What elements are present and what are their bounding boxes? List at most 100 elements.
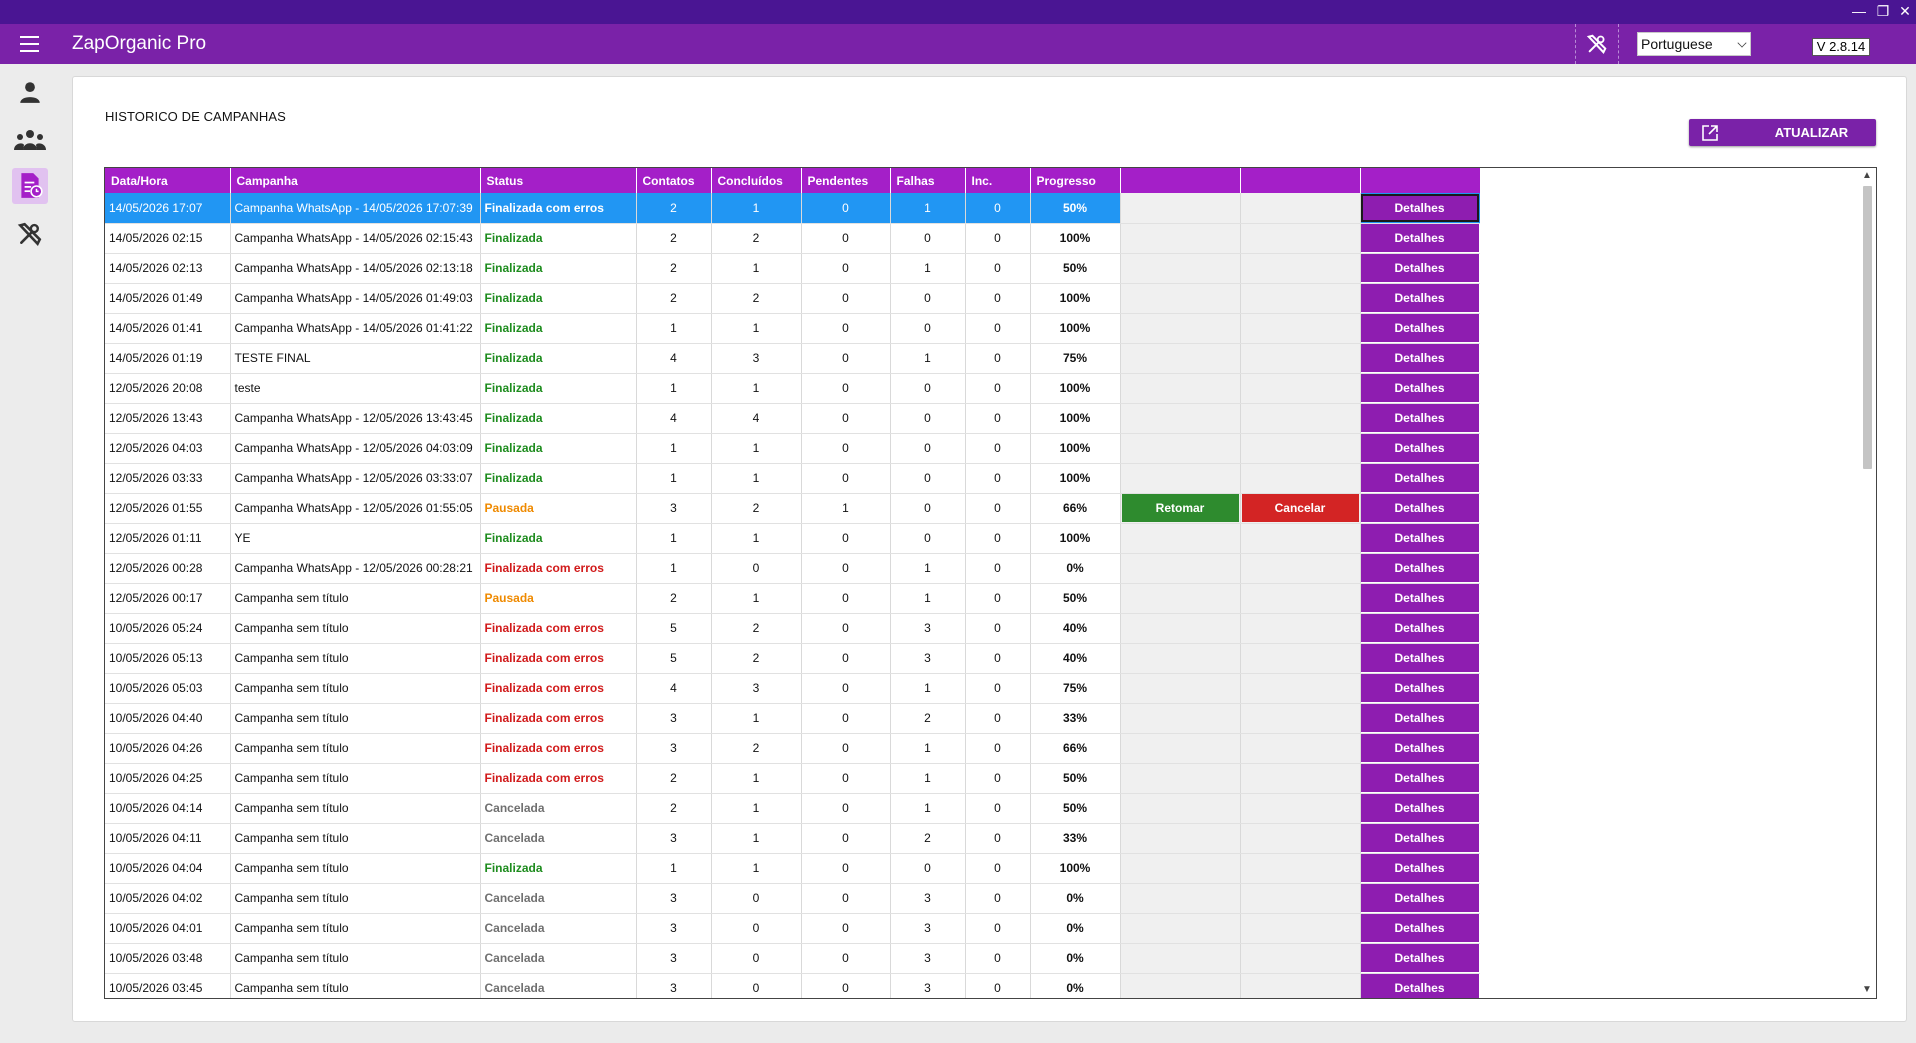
details-button[interactable]: Detalhes [1360,193,1479,222]
details-button[interactable]: Detalhes [1360,224,1479,252]
refresh-button[interactable]: ATUALIZAR [1689,119,1876,146]
column-header[interactable]: Inc. [965,168,1031,193]
table-row[interactable]: 14/05/2026 01:19 TESTE FINAL Finalizada 4 3 0… [105,343,1480,374]
user-icon[interactable] [12,74,48,110]
table-row[interactable]: 10/05/2026 04:02 Campanha sem título Cance… [105,883,1480,914]
column-header[interactable]: Data/Hora [105,168,231,193]
details-button[interactable]: Detalhes [1360,494,1479,522]
users-group-icon[interactable] [12,122,48,158]
minimize-button[interactable]: — [1850,3,1868,19]
details-button[interactable]: Detalhes [1360,554,1479,582]
cell-completed: 3 [711,673,802,704]
details-button[interactable]: Detalhes [1360,584,1479,612]
cell-progress: 66% [1030,493,1121,524]
settings-tools-icon[interactable] [12,216,48,252]
table-row[interactable]: 10/05/2026 04:11 Campanha sem título Cance… [105,823,1480,854]
details-button[interactable]: Detalhes [1360,794,1479,822]
scroll-up-icon[interactable]: ▲ [1862,171,1872,181]
cell-status: Finalizada [480,313,637,344]
scroll-down-icon[interactable]: ▼ [1862,985,1872,995]
column-header[interactable]: Campanha [230,168,481,193]
details-button[interactable]: Detalhes [1360,674,1479,702]
table-row[interactable]: 10/05/2026 05:03 Campanha sem título Final… [105,673,1480,704]
table-row[interactable]: 12/05/2026 00:17 Campanha sem título Pausa… [105,583,1480,614]
table-row[interactable]: 14/05/2026 02:13 Campanha WhatsApp - 14/0… [105,253,1480,284]
table-row[interactable]: 10/05/2026 03:45 Campanha sem título Cance… [105,973,1480,998]
cell-inc: 0 [965,403,1031,434]
details-button[interactable]: Detalhes [1360,974,1479,998]
resume-button[interactable]: Retomar [1121,494,1239,522]
vertical-scrollbar[interactable]: ▲ ▼ [1858,168,1876,998]
table-row[interactable]: 10/05/2026 04:26 Campanha sem título Final… [105,733,1480,764]
details-button[interactable]: Detalhes [1360,764,1479,792]
table-row[interactable]: 12/05/2026 04:03 Campanha WhatsApp - 12/0… [105,433,1480,464]
table-row[interactable]: 12/05/2026 01:11 YE Finalizada 1 1 0 0 0 100% Det… [105,523,1480,554]
tools-icon[interactable] [1575,24,1619,64]
table-row[interactable]: 10/05/2026 04:25 Campanha sem título Final… [105,763,1480,794]
cell-contacts: 3 [636,913,712,944]
column-header[interactable]: Pendentes [801,168,891,193]
table-row[interactable]: 12/05/2026 00:28 Campanha WhatsApp - 12/0… [105,553,1480,584]
table-row[interactable]: 10/05/2026 05:24 Campanha sem título Final… [105,613,1480,644]
details-button[interactable]: Detalhes [1360,464,1479,492]
cell-action-cancel [1240,823,1361,854]
details-button[interactable]: Detalhes [1360,704,1479,732]
cell-pending: 0 [801,853,891,884]
details-button[interactable]: Detalhes [1360,254,1479,282]
cell-contacts: 3 [636,733,712,764]
details-button[interactable]: Detalhes [1360,374,1479,402]
cell-campaign: Campanha sem título [230,793,481,824]
cell-completed: 4 [711,403,802,434]
cell-contacts: 2 [636,763,712,794]
table-row[interactable]: 10/05/2026 04:14 Campanha sem título Cance… [105,793,1480,824]
table-row[interactable]: 12/05/2026 01:55 Campanha WhatsApp - 12/0… [105,493,1480,524]
table-row[interactable]: 14/05/2026 01:41 Campanha WhatsApp - 14/0… [105,313,1480,344]
details-button[interactable]: Detalhes [1360,944,1479,972]
table-row[interactable]: 10/05/2026 05:13 Campanha sem título Final… [105,643,1480,674]
table-row[interactable]: 10/05/2026 03:48 Campanha sem título Cance… [105,943,1480,974]
column-header[interactable] [1240,168,1361,193]
details-button[interactable]: Detalhes [1360,884,1479,912]
details-button[interactable]: Detalhes [1360,854,1479,882]
cell-action-cancel [1240,973,1361,998]
table-row[interactable]: 10/05/2026 04:04 Campanha sem título Final… [105,853,1480,884]
language-select[interactable]: Portuguese [1637,32,1751,56]
cancel-button[interactable]: Cancelar [1241,494,1359,522]
cell-datetime: 10/05/2026 04:02 [105,883,231,914]
details-button[interactable]: Detalhes [1360,344,1479,372]
column-header[interactable]: Status [480,168,637,193]
column-header[interactable] [1120,168,1241,193]
cell-inc: 0 [965,223,1031,254]
table-row[interactable]: 10/05/2026 04:01 Campanha sem título Cance… [105,913,1480,944]
close-button[interactable]: ✕ [1896,3,1914,19]
details-button[interactable]: Detalhes [1360,434,1479,462]
details-button[interactable]: Detalhes [1360,314,1479,342]
column-header[interactable] [1360,168,1481,193]
hamburger-menu-icon[interactable] [16,32,44,56]
cell-failed: 0 [890,463,966,494]
details-button[interactable]: Detalhes [1360,404,1479,432]
table-row[interactable]: 14/05/2026 02:15 Campanha WhatsApp - 14/0… [105,223,1480,254]
table-row[interactable]: 14/05/2026 17:07 Campanha WhatsApp - 14/0… [105,193,1480,224]
details-button[interactable]: Detalhes [1360,284,1479,312]
table-row[interactable]: 12/05/2026 20:08 teste Finalizada 1 1 0 0 0 100%… [105,373,1480,404]
column-header[interactable]: Contatos [636,168,712,193]
details-button[interactable]: Detalhes [1360,614,1479,642]
table-row[interactable]: 12/05/2026 03:33 Campanha WhatsApp - 12/0… [105,463,1480,494]
column-header[interactable]: Progresso [1030,168,1121,193]
column-header[interactable]: Falhas [890,168,966,193]
details-button[interactable]: Detalhes [1360,914,1479,942]
column-header[interactable]: Concluídos [711,168,802,193]
campaign-report-icon[interactable] [12,168,48,204]
scrollbar-thumb[interactable] [1863,186,1872,469]
table-row[interactable]: 14/05/2026 01:49 Campanha WhatsApp - 14/0… [105,283,1480,314]
details-button[interactable]: Detalhes [1360,824,1479,852]
table-row[interactable]: 10/05/2026 04:40 Campanha sem título Final… [105,703,1480,734]
details-button[interactable]: Detalhes [1360,734,1479,762]
details-button[interactable]: Detalhes [1360,644,1479,672]
restore-button[interactable]: ❐ [1874,3,1892,19]
table-row[interactable]: 12/05/2026 13:43 Campanha WhatsApp - 12/0… [105,403,1480,434]
cell-progress: 75% [1030,343,1121,374]
cell-status: Pausada [480,583,637,614]
details-button[interactable]: Detalhes [1360,524,1479,552]
